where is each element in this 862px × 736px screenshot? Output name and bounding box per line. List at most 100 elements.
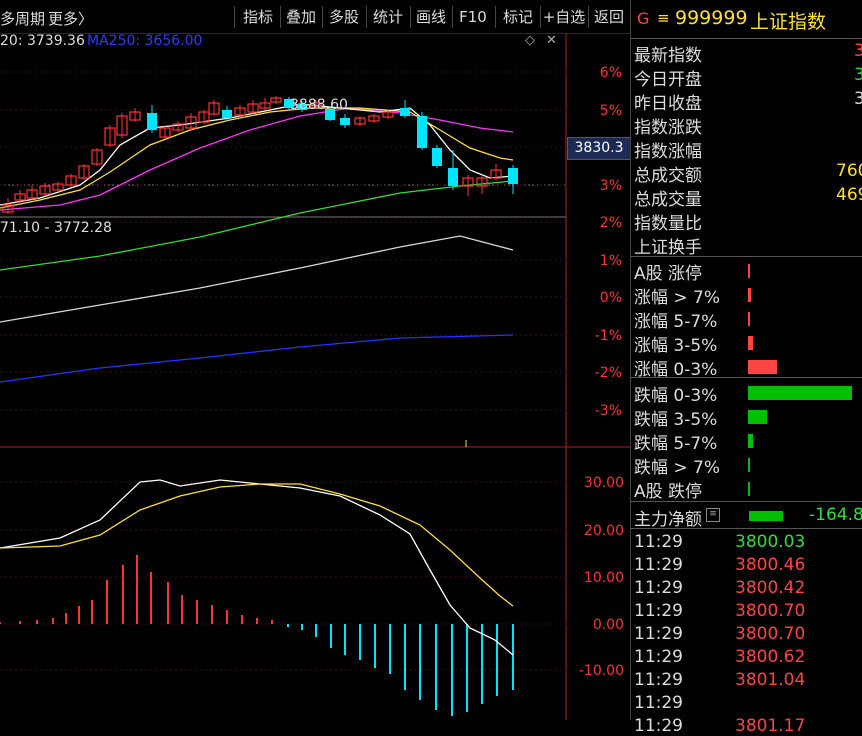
breadth-bar xyxy=(748,288,751,302)
overlay-button[interactable]: 叠加 xyxy=(283,5,319,29)
breadth-bar xyxy=(748,410,767,424)
breadth-bar xyxy=(748,386,852,400)
net-flow-label: 主力净额 xyxy=(634,510,702,530)
stock-code: 999999 xyxy=(675,7,748,29)
g-icon[interactable]: G xyxy=(637,9,649,28)
draw-line-button[interactable]: 画线 xyxy=(413,5,449,29)
candle-body xyxy=(432,148,442,166)
breadth-bar xyxy=(748,434,753,448)
pct-tick-label: 1% xyxy=(600,253,622,269)
macd-tick-label: -10.00 xyxy=(579,663,624,679)
pct-tick-label: 2% xyxy=(600,215,622,231)
quote-label: 今日开盘 xyxy=(634,70,702,90)
tick-time: 11:29 xyxy=(634,670,683,690)
quote-label: 上证换手 xyxy=(634,238,702,258)
breadth-label: 涨幅 5-7% xyxy=(634,312,718,332)
quote-label: 指数量比 xyxy=(634,214,702,234)
list-icon[interactable]: ≡ xyxy=(706,508,720,522)
quote-label: 指数涨幅 xyxy=(634,142,702,162)
tick-time: 11:29 xyxy=(634,624,683,644)
period-label[interactable]: 多周期 xyxy=(0,8,45,29)
add-watchlist-button[interactable]: +自选 xyxy=(542,5,586,29)
quote-label: 指数涨跌 xyxy=(634,118,702,138)
quote-value: 3 xyxy=(854,65,862,85)
quote-panel: G ≡ 999999 上证指数 最新指数 3 今日开盘 3 昨日收盘 3 指数涨跌指数涨幅总… xyxy=(630,0,862,736)
current-price-tag: 3830.3 xyxy=(567,137,631,160)
tick-price: 3800.03 xyxy=(735,532,806,552)
breadth-label: A股 涨停 xyxy=(634,264,703,284)
pct-tick-label: -2% xyxy=(595,365,622,381)
tick-price: 3800.46 xyxy=(735,555,806,575)
chart-toolbar: 多周期 更多〉 指标 叠加 多股 统计 画线 F10 标记 +自选 返回 xyxy=(0,0,630,34)
tick-time: 11:29 xyxy=(634,693,683,713)
tick-price: 3801.17 xyxy=(735,716,806,736)
indicator-button[interactable]: 指标 xyxy=(240,5,276,29)
breadth-label: 跌幅 0-3% xyxy=(634,386,718,406)
pct-tick-label: 6% xyxy=(600,65,622,81)
menu-icon[interactable]: ≡ xyxy=(657,9,670,27)
breadth-label: A股 跌停 xyxy=(634,482,703,502)
more-label[interactable]: 更多〉 xyxy=(48,8,93,29)
f10-button[interactable]: F10 xyxy=(458,5,488,29)
quote-label: 最新指数 xyxy=(634,46,702,66)
candle-body xyxy=(147,113,157,130)
breadth-bar xyxy=(748,360,777,374)
breadth-label: 跌幅 3-5% xyxy=(634,410,718,430)
tick-time: 11:29 xyxy=(634,716,683,736)
tick-time: 11:29 xyxy=(634,532,683,552)
candle-body xyxy=(340,118,350,125)
quote-label: 总成交额 xyxy=(634,166,702,186)
diamond-icon[interactable]: ◇ xyxy=(525,33,535,48)
candle-body xyxy=(222,110,232,118)
breadth-bar xyxy=(748,312,750,326)
ma250-label: MA250: 3656.00 xyxy=(87,33,203,49)
ma120-label: 20: 3739.36 xyxy=(0,33,85,49)
macd-tick-label: 20.00 xyxy=(584,523,624,539)
macd-dea-line xyxy=(0,483,514,607)
multi-stock-button[interactable]: 多股 xyxy=(326,5,362,29)
tick-price: 3801.04 xyxy=(735,670,806,690)
range-label: 71.10 - 3772.28 xyxy=(0,220,112,236)
quote-title-bar: G ≡ 999999 上证指数 xyxy=(631,0,862,38)
pct-tick-label: -3% xyxy=(595,403,622,419)
back-button[interactable]: 返回 xyxy=(591,5,627,29)
quote-label: 昨日收盘 xyxy=(634,94,702,114)
tick-time: 11:29 xyxy=(634,647,683,667)
breadth-label: 涨幅 3-5% xyxy=(634,336,718,356)
tick-price: 3800.70 xyxy=(735,624,806,644)
breadth-label: 跌幅 5-7% xyxy=(634,434,718,454)
breadth-label: 涨幅 > 7% xyxy=(634,288,721,308)
statistics-button[interactable]: 统计 xyxy=(370,5,406,29)
breadth-bar xyxy=(748,336,753,350)
mark-button[interactable]: 标记 xyxy=(500,5,536,29)
quote-label: 总成交量 xyxy=(634,190,702,210)
ma250-line xyxy=(0,334,514,383)
tick-time: 11:29 xyxy=(634,578,683,598)
quote-value: 760 xyxy=(836,161,862,181)
ma120-line xyxy=(0,235,514,323)
stock-name: 上证指数 xyxy=(750,11,827,33)
tick-time: 11:29 xyxy=(634,555,683,575)
breadth-bar xyxy=(748,482,750,496)
macd-tick-label: 30.00 xyxy=(584,475,624,491)
tick-price: 3800.42 xyxy=(735,578,806,598)
candle-body xyxy=(417,116,427,148)
net-flow-bar xyxy=(749,511,783,521)
quote-value: 3 xyxy=(854,89,862,109)
close-icon[interactable]: ✕ xyxy=(546,33,557,48)
pct-tick-label: -1% xyxy=(595,328,622,344)
macd-tick-label: 0.00 xyxy=(593,617,624,633)
quote-value: 469 xyxy=(836,185,862,205)
pct-tick-label: 5% xyxy=(600,103,622,119)
high-price-label: 3888.60 xyxy=(290,97,348,113)
breadth-label: 跌幅 > 7% xyxy=(634,458,721,478)
pct-tick-label: 0% xyxy=(600,290,622,306)
tick-price: 3800.70 xyxy=(735,601,806,621)
quote-value: 3 xyxy=(854,41,862,61)
breadth-bar xyxy=(748,458,750,472)
candle-body xyxy=(508,168,518,184)
chart-area[interactable]: 6%5%4%3%2%1%0%-1%-2%-3% 30.0020.0010.000… xyxy=(0,0,631,720)
candle-body xyxy=(400,108,410,116)
tick-price: 3800.62 xyxy=(735,647,806,667)
pct-tick-label: 3% xyxy=(600,178,622,194)
